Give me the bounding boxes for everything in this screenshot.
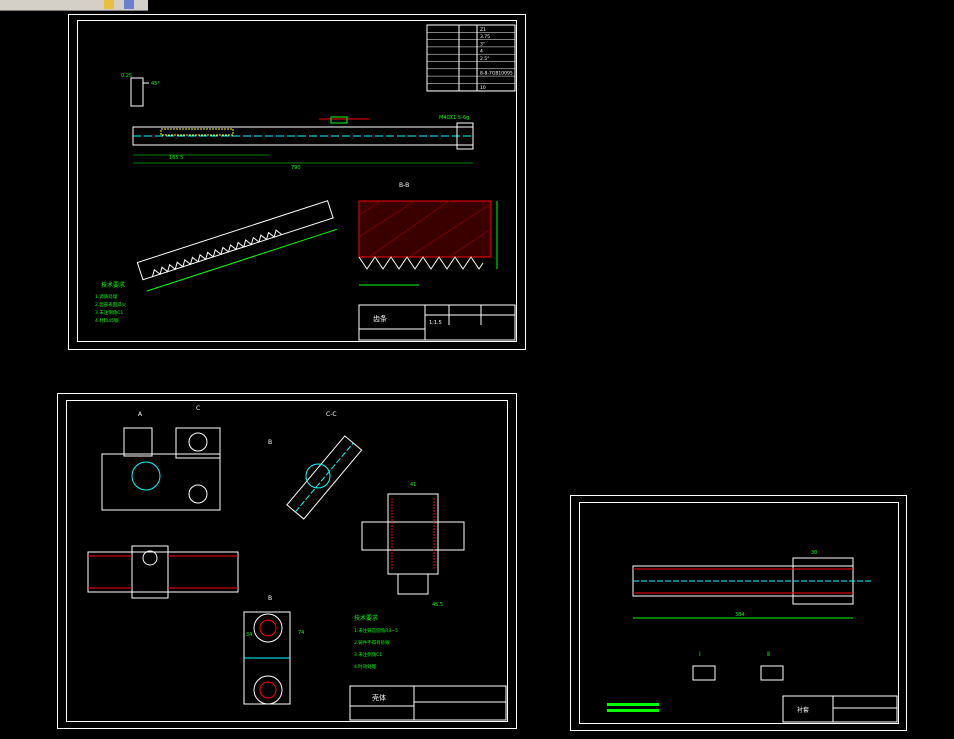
detail-2: Ⅱ xyxy=(767,651,770,658)
dim-left: 165.5 xyxy=(169,155,183,161)
param-value: 8-8-7GB10095 xyxy=(480,71,513,77)
detail-1: Ⅰ xyxy=(699,651,701,658)
title-block-name: 齿条 xyxy=(373,314,387,323)
cube-icon[interactable] xyxy=(124,0,134,9)
note-2: 2.齿部表面淬火 xyxy=(95,301,127,308)
section-label-c: C xyxy=(196,405,200,412)
svg-text:0.25: 0.25 xyxy=(121,73,132,79)
param-value: 3.75 xyxy=(480,34,490,40)
title-block-name: 衬套 xyxy=(797,706,809,714)
section-label-cc: C-C xyxy=(326,411,337,418)
note-1: 1.调质处理 xyxy=(95,293,118,300)
param-value: 4 xyxy=(480,49,483,55)
dim-d3: 34 xyxy=(246,632,252,638)
svg-text:45°: 45° xyxy=(151,81,160,87)
note-1: 1.未注铸造圆角R3~5 xyxy=(354,627,398,634)
toolbar xyxy=(0,0,148,11)
notes-title: 技术要求 xyxy=(101,281,125,289)
note-4: 4.时效处理 xyxy=(354,663,377,670)
drawing-sheet-bushing: 384 30 Ⅰ Ⅱ 衬套 xyxy=(570,495,907,731)
section-label-a: A xyxy=(138,411,143,418)
title-block-name: 壳体 xyxy=(372,693,386,702)
dim-d1: 41 xyxy=(410,482,416,488)
housing-drawing: A C C-C B 41 45.5 B 34 74 技术要求 1.未注铸造圆角R… xyxy=(87,405,507,721)
param-value: 10 xyxy=(480,85,486,91)
note-3: 3.未注倒角C1 xyxy=(95,309,123,316)
dim-d2: 45.5 xyxy=(432,602,443,608)
dim-overall: 790 xyxy=(291,165,301,171)
dim-d4: 74 xyxy=(298,630,304,636)
section-label-bb: B xyxy=(268,595,272,602)
param-value: 2.5° xyxy=(480,56,489,62)
drawing-sheet-rack: Z1 3.75 3° 4 2.5° 8-8-7GB10095 10 0.25 45° 790… xyxy=(68,14,526,350)
param-value: 3° xyxy=(480,41,485,47)
dim-d1: 30 xyxy=(811,550,817,556)
title-block-scale: 1:1.5 xyxy=(429,320,442,326)
section-label-bb: B-B xyxy=(399,182,409,189)
rack-drawing: Z13.753° 42.5° 8-8-7GB10095 10 0.25 45° 790… xyxy=(95,24,516,341)
drawing-sheet-housing: A C C-C B 41 45.5 B 34 74 技术要求 1.未注铸造圆角R… xyxy=(57,393,517,729)
section-label-b: B xyxy=(268,439,272,446)
note-3: 3.未注倒角C1 xyxy=(354,651,382,658)
param-value: Z1 xyxy=(480,27,486,33)
dim-total: 384 xyxy=(735,612,745,618)
note-2: 2.铸件不得有砂眼 xyxy=(354,639,390,646)
folder-icon[interactable] xyxy=(104,0,114,9)
notes-title: 技术要求 xyxy=(354,614,378,622)
note-4: 4.材料45钢 xyxy=(95,317,119,324)
dim-nut: M40X1.5-6g xyxy=(439,115,469,121)
bushing-drawing: 384 30 Ⅰ Ⅱ 衬套 xyxy=(607,550,898,723)
